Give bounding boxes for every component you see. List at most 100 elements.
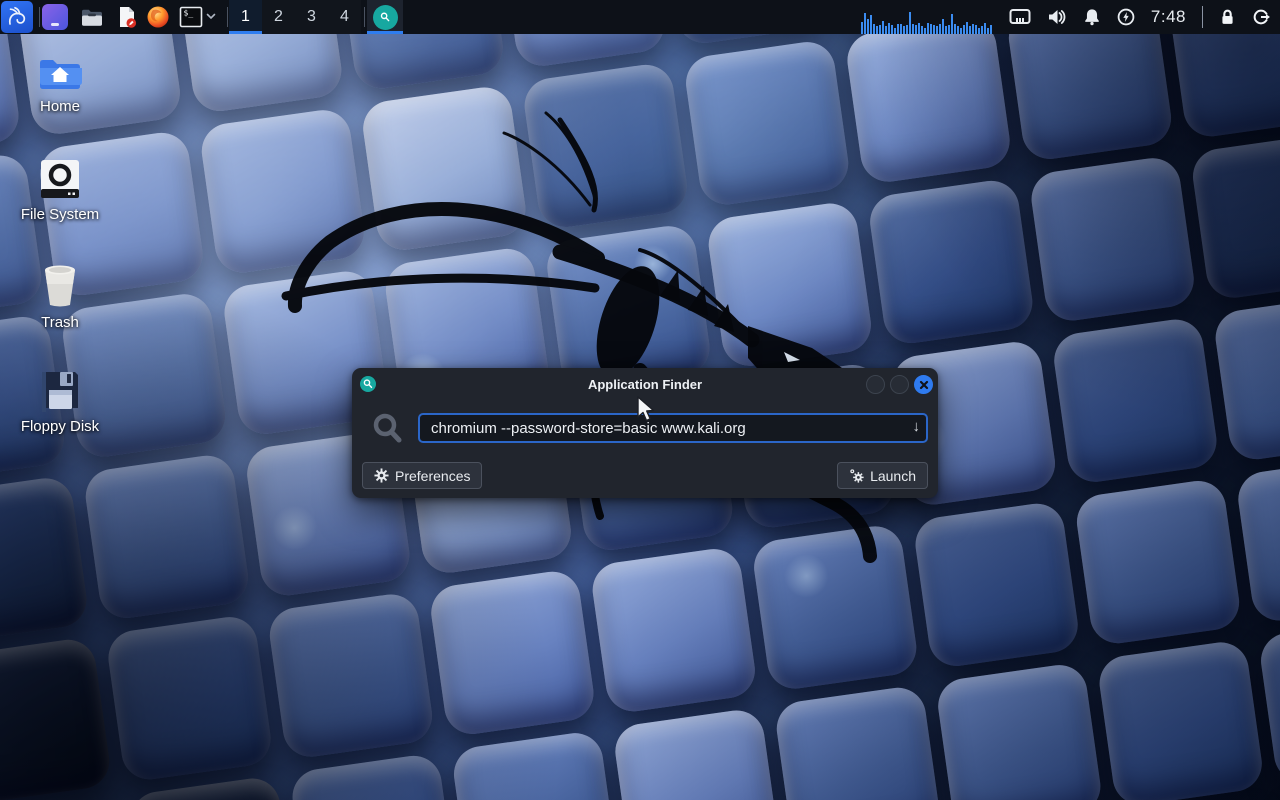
logout-icon[interactable] xyxy=(1252,8,1271,26)
wallpaper-cube xyxy=(289,752,458,800)
wallpaper-cube xyxy=(1189,132,1280,301)
cpu-graph-bar xyxy=(930,24,932,34)
applications-menu-button[interactable] xyxy=(1,1,33,33)
wallpaper-cube xyxy=(450,730,619,800)
network-icon[interactable] xyxy=(1009,8,1031,26)
firefox-icon xyxy=(146,5,170,29)
cpu-graph-bar xyxy=(870,15,872,34)
titlebar[interactable]: Application Finder xyxy=(352,368,938,400)
cpu-graph-bar xyxy=(924,28,926,34)
cpu-graph-bar xyxy=(921,26,923,34)
preferences-label: Preferences xyxy=(395,468,470,484)
system-tray: 7:48 xyxy=(861,0,1280,34)
file-manager-icon xyxy=(80,5,104,29)
wallpaper-cube xyxy=(844,16,1013,185)
minimize-button[interactable] xyxy=(866,375,885,394)
cpu-graph-bar xyxy=(888,23,890,34)
workspace-1[interactable]: 1 xyxy=(229,0,262,34)
wallpaper-cube xyxy=(198,107,367,276)
wallpaper-cube xyxy=(705,200,874,369)
workspace-3[interactable]: 3 xyxy=(295,0,328,34)
lock-icon[interactable] xyxy=(1219,8,1236,26)
desktop-icon-file-system[interactable]: File System xyxy=(16,158,104,223)
wallpaper-cube xyxy=(521,61,690,230)
window-title: Application Finder xyxy=(352,377,938,392)
desktop-icon-label: Floppy Disk xyxy=(21,418,99,435)
cpu-graph-bar xyxy=(963,25,965,34)
cpu-graph-bar xyxy=(885,26,887,34)
wallpaper-cube xyxy=(1212,293,1280,462)
gear-icon xyxy=(374,468,389,483)
taskbar-application-finder-button[interactable] xyxy=(367,0,403,34)
cpu-graph-bar xyxy=(906,25,908,34)
wallpaper-cube xyxy=(867,177,1036,346)
workspace-label: 1 xyxy=(241,8,250,26)
cpu-graph-bar xyxy=(909,12,911,34)
power-icon[interactable] xyxy=(1117,8,1135,26)
cpu-graph-bar xyxy=(903,26,905,34)
wallpaper-cube xyxy=(82,452,251,621)
wallpaper-cube xyxy=(0,475,90,644)
wallpaper-cube xyxy=(1028,155,1197,324)
workspace-2[interactable]: 2 xyxy=(262,0,295,34)
cpu-graph[interactable] xyxy=(861,4,993,34)
cpu-graph-bar xyxy=(972,24,974,34)
close-icon xyxy=(919,380,929,390)
close-button[interactable] xyxy=(914,375,933,394)
cpu-graph-bar xyxy=(981,26,983,34)
cpu-graph-bar xyxy=(933,25,935,34)
cpu-graph-bar xyxy=(936,26,938,34)
down-arrow-icon[interactable]: ↓ xyxy=(913,418,921,435)
wallpaper-cube xyxy=(750,523,919,692)
application-finder-window: Application Finder ↓ xyxy=(352,368,938,498)
wallpaper-cube xyxy=(912,500,1081,669)
desktop-icon-label: File System xyxy=(21,206,99,223)
cpu-graph-bar xyxy=(948,25,950,34)
launcher-dropdown-chevron-icon[interactable] xyxy=(205,10,217,25)
panel-separator xyxy=(227,7,228,27)
workspace-4[interactable]: 4 xyxy=(328,0,361,34)
wallpaper-cube xyxy=(935,661,1104,800)
launch-gears-icon xyxy=(849,468,864,483)
cpu-graph-bar xyxy=(864,13,866,34)
preferences-button[interactable]: Preferences xyxy=(362,462,482,489)
drive-icon xyxy=(39,158,81,200)
cpu-graph-bar xyxy=(975,25,977,34)
maximize-button[interactable] xyxy=(890,375,909,394)
cpu-graph-bar xyxy=(912,24,914,34)
cpu-graph-bar xyxy=(987,28,989,34)
launcher-terminal[interactable]: $_ xyxy=(179,5,203,29)
cpu-graph-bar xyxy=(861,22,863,34)
command-input[interactable] xyxy=(418,413,928,443)
cpu-graph-bar xyxy=(984,23,986,34)
cpu-graph-bar xyxy=(867,19,869,34)
notifications-icon[interactable] xyxy=(1083,8,1101,26)
cpu-graph-bar xyxy=(951,14,953,34)
launcher-text-editor[interactable] xyxy=(115,5,139,29)
cpu-graph-bar xyxy=(891,25,893,34)
panel-separator xyxy=(39,7,40,27)
launcher-firefox[interactable] xyxy=(146,5,170,29)
desktop-icon-floppy-disk[interactable]: Floppy Disk xyxy=(16,368,104,435)
kali-desktop: Home File System Trash Floppy Di xyxy=(0,0,1280,800)
launch-button[interactable]: Launch xyxy=(837,462,928,489)
desktop-icon-trash[interactable]: Trash xyxy=(16,262,104,331)
volume-icon[interactable] xyxy=(1047,8,1067,26)
text-editor-icon xyxy=(115,5,139,29)
wallpaper-cube xyxy=(0,636,113,800)
panel-separator xyxy=(364,7,365,27)
appfinder-search-icon xyxy=(373,5,398,30)
launcher-purple-app[interactable] xyxy=(42,4,68,30)
wallpaper-cube xyxy=(1096,639,1265,800)
svg-text:$_: $_ xyxy=(184,9,194,18)
desktop-icon-home[interactable]: Home xyxy=(16,56,104,115)
clock[interactable]: 7:48 xyxy=(1151,7,1186,27)
cpu-graph-bar xyxy=(966,22,968,34)
cpu-graph-bar xyxy=(945,26,947,34)
workspace-label: 2 xyxy=(274,8,283,26)
cpu-graph-bar xyxy=(873,24,875,34)
floppy-icon xyxy=(38,368,82,412)
launcher-file-manager[interactable] xyxy=(80,5,104,29)
cpu-graph-bar xyxy=(942,19,944,34)
wallpaper-cube xyxy=(589,545,758,714)
